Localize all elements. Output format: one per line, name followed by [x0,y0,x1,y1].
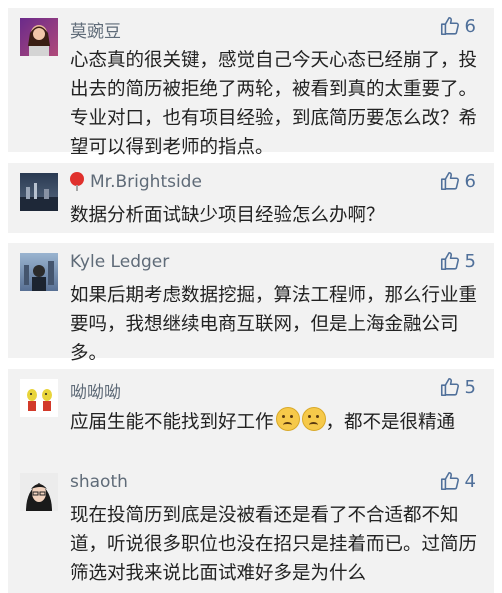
avatar[interactable] [20,18,58,56]
confused-face-emoji-icon [275,407,300,431]
comment-text-part: 应届生能不能找到好工作 [70,412,274,433]
like-button[interactable]: 6 [439,15,476,37]
like-button[interactable]: 6 [439,170,476,192]
balloon-icon [70,172,84,191]
author-name-text: Mr.Brightside [90,172,202,192]
like-count: 6 [464,15,476,37]
avatar[interactable] [20,173,58,211]
comment-text-part: ，都不是很精通 [325,412,456,433]
like-button[interactable]: 5 [439,250,476,272]
comment-card: Kyle Ledger 5 如果后期考虑数据挖掘，算法工程师，那么行业重要吗，我… [8,243,494,364]
author-name[interactable]: 莫豌豆 [70,17,121,42]
thumbs-up-icon [439,470,461,492]
like-count: 5 [464,376,476,398]
comment-text: 应届生能不能找到好工作 ，都不是很精通 [70,407,480,437]
comment-card: shaoth 4 现在投简历到底是没被看还是看了不合适都不知道，听说很多职位也没… [8,463,494,593]
avatar[interactable] [20,379,58,417]
author-name[interactable]: Kyle Ledger [70,252,169,272]
like-count: 6 [464,170,476,192]
avatar[interactable] [20,253,58,291]
comment-text: 如果后期考虑数据挖掘，算法工程师，那么行业重要吗，我想继续电商互联网，但是上海金… [70,285,478,364]
author-name[interactable]: 呦呦呦 [70,378,121,403]
avatar[interactable] [20,473,58,511]
comment-card: 呦呦呦 5 应届生能不能找到好工作 ，都不是很精通 [8,369,494,465]
thumbs-up-icon [439,170,461,192]
like-button[interactable]: 4 [439,470,476,492]
author-name[interactable]: shaoth [70,472,128,492]
like-button[interactable]: 5 [439,376,476,398]
thumbs-up-icon [439,250,461,272]
comment-text: 数据分析面试缺少项目经验怎么办啊？ [70,205,385,226]
thumbs-up-icon [439,376,461,398]
comment-text: 心态真的很关键，感觉自己今天心态已经崩了，投出去的简历被拒绝了两轮，被看到真的太… [70,50,478,158]
comment-feed: 莫豌豆 6 心态真的很关键，感觉自己今天心态已经崩了，投出去的简历被拒绝了两轮，… [0,0,502,593]
like-count: 4 [464,470,476,492]
comment-text: 现在投简历到底是没被看还是看了不合适都不知道，听说很多职位也没在招只是挂着而已。… [70,505,478,584]
like-count: 5 [464,250,476,272]
comment-card: 莫豌豆 6 心态真的很关键，感觉自己今天心态已经崩了，投出去的简历被拒绝了两轮，… [8,8,494,158]
thumbs-up-icon [439,15,461,37]
comment-card: Mr.Brightside 6 数据分析面试缺少项目经验怎么办啊？ [8,163,494,233]
author-name[interactable]: Mr.Brightside [70,172,202,192]
confused-face-emoji-icon [301,407,326,431]
